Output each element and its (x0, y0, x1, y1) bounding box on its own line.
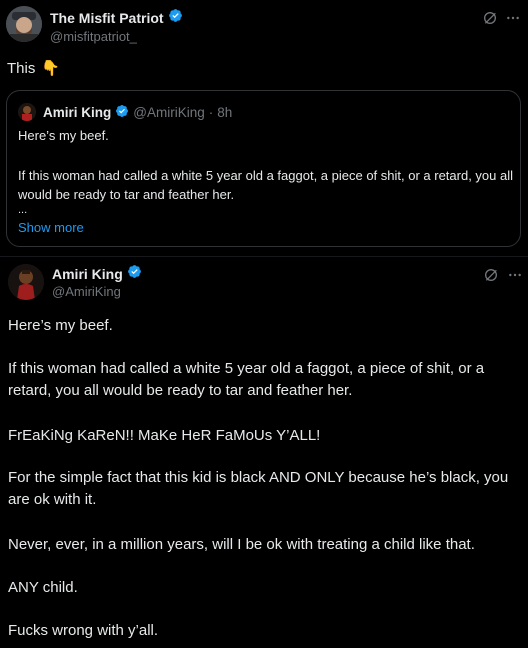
pointing-down-emoji: 👇 (41, 60, 61, 77)
post-avatar[interactable] (8, 264, 44, 300)
quote-timestamp[interactable]: 8h (217, 105, 232, 120)
post-paragraph: Here’s my beef. (8, 317, 113, 334)
grok-icon[interactable] (481, 265, 501, 285)
verified-badge-icon (127, 264, 142, 284)
quote-ellipsis: ... (18, 204, 28, 216)
tweet-handle[interactable]: @misfitpatriot_ (50, 29, 137, 44)
quote-line-1: Here’s my beef. (18, 128, 109, 143)
quote-separator: · (208, 104, 214, 120)
verified-badge-icon (115, 104, 129, 121)
avatar[interactable] (6, 6, 42, 42)
post-paragraph: For the simple fact that this kid is bla… (8, 469, 509, 508)
post-divider (0, 256, 528, 257)
more-icon[interactable] (503, 8, 523, 28)
quoted-tweet-card[interactable]: Amiri King @AmiriKing · 8h Here’s my bee… (6, 90, 521, 247)
tweet-text-body: This (7, 59, 36, 77)
tweet-author-name[interactable]: The Misfit Patriot (50, 10, 164, 26)
post-paragraph: Fucks wrong with y’all. (8, 622, 159, 639)
quote-author-row: Amiri King @AmiriKing · 8h (43, 103, 232, 121)
post-author-row: Amiri King (52, 265, 142, 283)
post-paragraph: ANY child. (8, 579, 78, 596)
verified-badge-icon (168, 8, 183, 28)
more-icon[interactable] (505, 265, 525, 285)
quote-handle[interactable]: @AmiriKing (133, 105, 204, 120)
post-paragraph: If this woman had called a white 5 year … (8, 360, 485, 399)
post-paragraph: FrEaKiNg KaReN!! MaKe HeR FaMoUs Y’ALL! (8, 427, 321, 444)
tweet-text: This 👇 (7, 59, 61, 78)
post-handle[interactable]: @AmiriKing (52, 284, 121, 299)
show-more-link[interactable]: Show more (18, 220, 84, 235)
grok-icon[interactable] (480, 8, 500, 28)
tweet-author-row: The Misfit Patriot (50, 9, 183, 27)
quote-author-name[interactable]: Amiri King (43, 105, 111, 120)
quote-avatar[interactable] (18, 103, 36, 121)
post-author-name[interactable]: Amiri King (52, 266, 123, 282)
post-paragraph: Never, ever, in a million years, will I … (8, 536, 475, 553)
quote-line-2: If this woman had called a white 5 year … (18, 168, 514, 202)
